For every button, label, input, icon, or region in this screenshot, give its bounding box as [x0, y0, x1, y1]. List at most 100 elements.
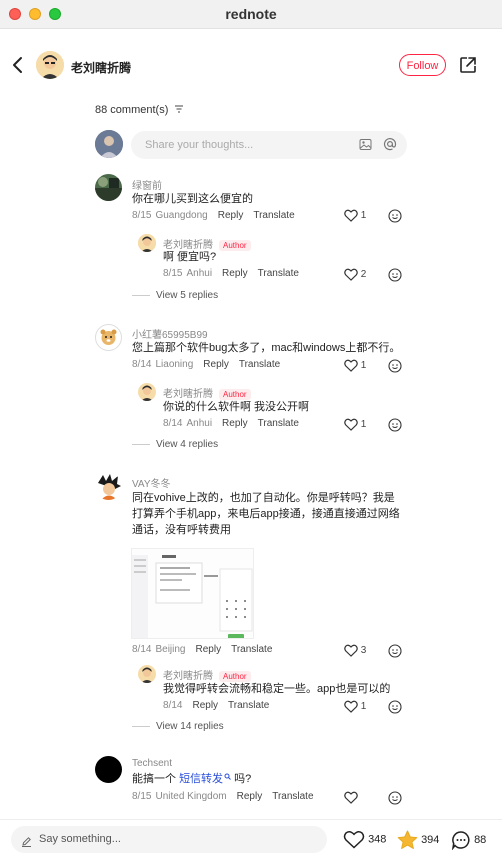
- say-something-input[interactable]: [37, 832, 301, 846]
- reply-avatar[interactable]: [138, 383, 156, 401]
- translate-button[interactable]: Translate: [258, 268, 299, 279]
- comment-date: 8/14: [132, 359, 152, 370]
- emoji-reaction-icon[interactable]: [388, 418, 402, 437]
- comment-date: 8/15: [132, 210, 152, 221]
- like-button[interactable]: 1: [344, 209, 366, 222]
- like-count: 1: [360, 360, 367, 372]
- say-something-box[interactable]: [11, 826, 327, 853]
- author-avatar[interactable]: [36, 51, 64, 79]
- comment-text-line: 通话，没有呼转费用: [132, 524, 231, 536]
- bottom-action-bar: 348 394 88: [0, 819, 502, 860]
- commenter-name[interactable]: 绿窗前: [132, 177, 162, 192]
- reply-meta: 8/14 Reply Translate: [163, 700, 279, 711]
- like-button[interactable]: [344, 791, 358, 804]
- like-button[interactable]: 3: [344, 644, 366, 657]
- comment-meta: 8/15 United Kingdom Reply Translate: [132, 791, 324, 802]
- commenter-name[interactable]: 小红薯65995B99: [132, 326, 208, 341]
- commenter-name[interactable]: VAY冬冬: [132, 475, 171, 490]
- back-icon[interactable]: [12, 56, 24, 79]
- reply-button[interactable]: Reply: [222, 268, 248, 279]
- like-count: 3: [360, 645, 367, 657]
- translate-button[interactable]: Translate: [253, 210, 294, 221]
- emoji-reaction-icon[interactable]: [388, 791, 402, 810]
- comment-date: 8/14: [132, 644, 152, 655]
- view-replies-button[interactable]: View 5 replies: [132, 290, 218, 301]
- emoji-reaction-icon[interactable]: [388, 359, 402, 378]
- reply-author: 老刘瞎折腾 Author: [163, 385, 251, 400]
- emoji-reaction-icon[interactable]: [388, 209, 402, 228]
- post-header: 老刘瞎折腾 Follow: [0, 28, 502, 104]
- post-collect-count: 394: [421, 833, 440, 846]
- comment-input[interactable]: [143, 138, 347, 152]
- like-button[interactable]: 1: [344, 418, 366, 431]
- translate-button[interactable]: Translate: [231, 644, 272, 655]
- emoji-reaction-icon[interactable]: [388, 268, 402, 287]
- commenter-avatar[interactable]: [95, 174, 122, 201]
- commenter-name[interactable]: Techsent: [132, 758, 172, 769]
- view-replies-button[interactable]: View 4 replies: [132, 439, 218, 450]
- window-titlebar: rednote: [0, 0, 502, 29]
- comment-text: 能搞一个 短信转发 吗?: [132, 771, 251, 787]
- reply-button[interactable]: Reply: [237, 791, 263, 802]
- like-count: 1: [360, 701, 367, 713]
- pencil-icon: [21, 834, 32, 852]
- like-count: 2: [360, 269, 367, 281]
- post-comment-count: 88: [474, 833, 487, 846]
- commenter-avatar[interactable]: [95, 473, 122, 500]
- star-icon: [397, 830, 418, 849]
- translate-button[interactable]: Translate: [258, 418, 299, 429]
- reply-button[interactable]: Reply: [222, 418, 248, 429]
- reply-avatar[interactable]: [138, 234, 156, 252]
- view-replies-label: View 4 replies: [156, 439, 219, 450]
- heart-icon: [344, 209, 358, 222]
- reply-location: Anhui: [186, 268, 213, 279]
- comment-location: Guangdong: [155, 210, 208, 221]
- post-comment-button[interactable]: 88: [451, 830, 487, 851]
- share-icon[interactable]: [459, 56, 477, 79]
- follow-button[interactable]: Follow: [399, 54, 446, 76]
- sort-icon[interactable]: [174, 104, 184, 116]
- like-button[interactable]: 1: [344, 359, 366, 372]
- reply-button[interactable]: Reply: [218, 210, 244, 221]
- like-button[interactable]: 2: [344, 268, 366, 281]
- comment-image[interactable]: [131, 548, 254, 639]
- commenter-avatar[interactable]: [95, 324, 122, 351]
- topic-link[interactable]: 短信转发: [179, 773, 223, 785]
- view-replies-label: View 14 replies: [156, 721, 224, 732]
- translate-button[interactable]: Translate: [228, 700, 269, 711]
- reply-button[interactable]: Reply: [203, 359, 229, 370]
- comment-date: 8/15: [132, 791, 152, 802]
- comment-location: Beijing: [155, 644, 186, 655]
- comment-compose-box[interactable]: [131, 131, 407, 159]
- comment-text-suffix: 吗?: [234, 773, 252, 785]
- view-replies-button[interactable]: View 14 replies: [132, 721, 224, 732]
- heart-icon: [344, 700, 358, 713]
- reply-meta: 8/14 Anhui Reply Translate: [163, 418, 309, 429]
- translate-button[interactable]: Translate: [239, 359, 280, 370]
- heart-icon: [344, 359, 358, 372]
- post-like-button[interactable]: 348: [343, 830, 386, 849]
- author-badge: Author: [219, 239, 251, 251]
- reply-button[interactable]: Reply: [192, 700, 218, 711]
- window-title: rednote: [225, 6, 277, 22]
- reply-avatar[interactable]: [138, 665, 156, 683]
- reply-button[interactable]: Reply: [196, 644, 222, 655]
- reply-location: Anhui: [186, 418, 213, 429]
- comment-text-prefix: 能搞一个: [132, 773, 176, 785]
- image-icon[interactable]: [359, 138, 372, 156]
- comment-bubble-icon: [451, 831, 470, 851]
- comment-meta: 8/14 Beijing Reply Translate: [132, 644, 282, 655]
- heart-icon: [344, 418, 358, 431]
- emoji-reaction-icon[interactable]: [388, 700, 402, 719]
- translate-button[interactable]: Translate: [272, 791, 313, 802]
- comment-text-line: 同在vohive上改的，也加了自动化。你是呼转吗？我是: [132, 492, 395, 504]
- comment-text-line: 打算弄个手机app，来电后app接通，接通直接通过网络: [132, 508, 400, 520]
- mention-icon[interactable]: [383, 137, 397, 156]
- commenter-avatar[interactable]: [95, 756, 122, 783]
- post-collect-button[interactable]: 394: [397, 830, 439, 850]
- emoji-reaction-icon[interactable]: [388, 644, 402, 663]
- like-button[interactable]: 1: [344, 700, 366, 713]
- author-name[interactable]: 老刘瞎折腾: [71, 59, 131, 76]
- like-count: 1: [360, 210, 367, 222]
- heart-icon: [343, 831, 365, 849]
